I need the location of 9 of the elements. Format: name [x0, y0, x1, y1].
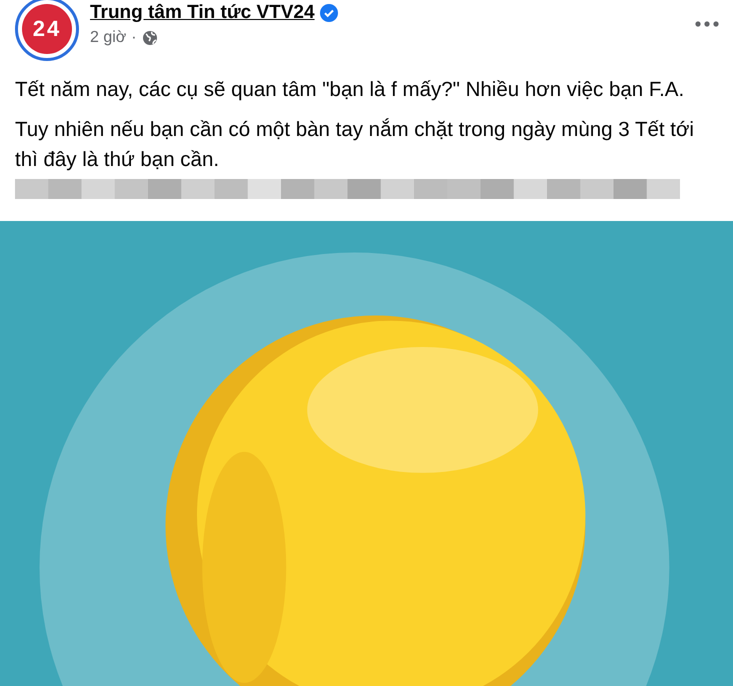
separator-dot: · — [131, 29, 137, 47]
globe-icon — [142, 30, 158, 46]
avatar[interactable]: 24 — [15, 0, 79, 61]
avatar-logo: 24 — [22, 4, 72, 54]
post-text: Tuy nhiên nếu bạn cần có một bàn tay nắm chặt trong ngày mùng 3 Tết tới thì đây là thứ bạn cần. — [15, 117, 695, 173]
post-time[interactable]: 2 giờ — [90, 29, 126, 47]
author-name[interactable]: Trung tâm Tin tức VTV24 — [90, 2, 315, 24]
more-options-button[interactable] — [695, 21, 719, 27]
post-text: Tết năm nay, các cụ sẽ quan tâm "bạn là f mấy?" Nhiều hơn việc bạn F.A. — [15, 77, 686, 103]
